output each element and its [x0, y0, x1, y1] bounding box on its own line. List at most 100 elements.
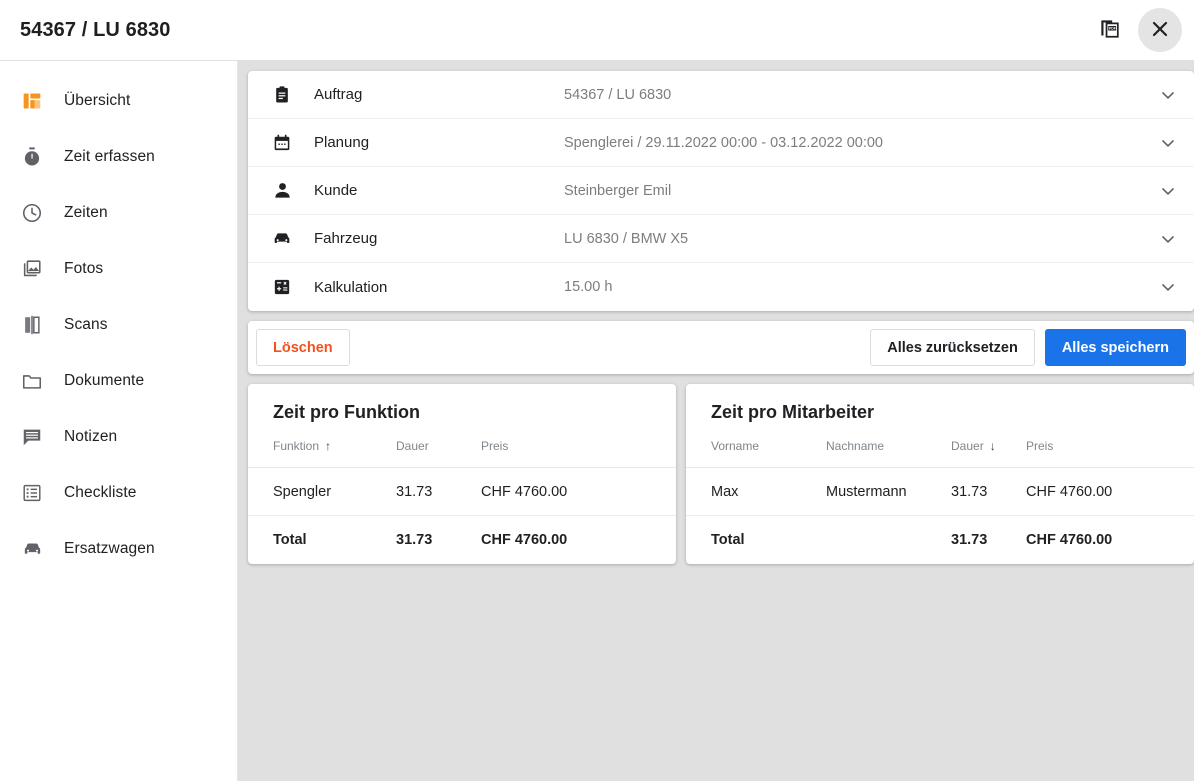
sort-asc-icon: ↑ — [325, 439, 332, 453]
chevron-down-icon[interactable] — [1156, 179, 1180, 203]
column-label: Nachname — [826, 439, 885, 453]
car-icon — [270, 227, 294, 251]
sidebar-item-label: Checkliste — [64, 484, 137, 501]
accordion-row-label: Kunde — [314, 182, 358, 199]
table-body: Spengler 31.73 CHF 4760.00 Total 31.73 C… — [248, 467, 676, 564]
dashboard-icon — [18, 87, 46, 115]
cell-dauer: 31.73 — [396, 467, 481, 516]
accordion-row-value: Spenglerei / 29.11.2022 00:00 - 03.12.20… — [564, 134, 883, 151]
sidebar-item-fotos[interactable]: Fotos — [0, 241, 237, 297]
calendar-icon — [270, 131, 294, 155]
calculator-icon — [270, 275, 294, 299]
chevron-down-icon[interactable] — [1156, 275, 1180, 299]
table-total-row: Total 31.73 CHF 4760.00 — [248, 516, 676, 564]
order-summary-accordion: Auftrag 54367 / LU 6830 Planung Spengler… — [248, 71, 1194, 311]
accordion-row-label: Planung — [314, 134, 370, 151]
cell-total-dauer: 31.73 — [396, 531, 433, 548]
close-button[interactable] — [1138, 8, 1182, 52]
chevron-down-icon[interactable] — [1156, 83, 1180, 107]
accordion-row-kalkulation[interactable]: Kalkulation 15.00 h — [248, 263, 1194, 311]
column-header-dauer[interactable]: Dauer — [396, 439, 481, 468]
main-content: Auftrag 54367 / LU 6830 Planung Spengler… — [238, 61, 1194, 781]
accordion-row-fahrzeug[interactable]: Fahrzeug LU 6830 / BMW X5 — [248, 215, 1194, 263]
stopwatch-icon — [18, 143, 46, 171]
order-detail-screen: 54367 / LU 6830 PDF Übersicht Zeit erfas… — [0, 0, 1194, 781]
column-header-preis[interactable]: Preis — [1026, 439, 1194, 468]
accordion-row-value: Steinberger Emil — [564, 182, 672, 199]
sidebar-item-notizen[interactable]: Notizen — [0, 409, 237, 465]
sidebar-item-label: Zeiten — [64, 204, 108, 221]
car-icon — [18, 535, 46, 563]
accordion-row-planung[interactable]: Planung Spenglerei / 29.11.2022 00:00 - … — [248, 119, 1194, 167]
column-header-preis[interactable]: Preis — [481, 439, 676, 468]
table-body: Max Mustermann 31.73 CHF 4760.00 Total 3… — [686, 467, 1194, 564]
column-header-vorname[interactable]: Vorname — [686, 439, 826, 468]
folder-icon — [18, 367, 46, 395]
time-per-employee-card: Zeit pro Mitarbeiter Vorname Nachname Da… — [686, 384, 1194, 564]
cell-total-nachname — [826, 516, 951, 564]
cell-total-label: Total — [711, 531, 745, 548]
clipboard-icon — [270, 83, 294, 107]
table-row[interactable]: Spengler 31.73 CHF 4760.00 — [248, 467, 676, 516]
action-bar-right: Alles zurücksetzen Alles speichern — [870, 329, 1186, 366]
cell-total-label: Total — [273, 531, 307, 548]
chevron-down-icon[interactable] — [1156, 131, 1180, 155]
cell-total-preis: CHF 4760.00 — [1026, 531, 1113, 548]
sidebar-item-dokumente[interactable]: Dokumente — [0, 353, 237, 409]
accordion-row-label: Kalkulation — [314, 278, 388, 296]
action-bar: Löschen Alles zurücksetzen Alles speiche… — [248, 321, 1194, 374]
accordion-row-value: LU 6830 / BMW X5 — [564, 230, 689, 247]
summary-tables: Zeit pro Funktion Funktion ↑ Dauer Preis… — [248, 384, 1194, 564]
cell-funktion: Spengler — [248, 467, 396, 516]
cell-preis: CHF 4760.00 — [1026, 467, 1194, 516]
column-header-dauer[interactable]: Dauer ↓ — [951, 439, 1026, 468]
svg-text:PDF: PDF — [1109, 26, 1116, 30]
person-icon — [270, 179, 294, 203]
reset-all-button[interactable]: Alles zurücksetzen — [870, 329, 1035, 366]
sidebar-item-scans[interactable]: Scans — [0, 297, 237, 353]
accordion-row-kunde[interactable]: Kunde Steinberger Emil — [248, 167, 1194, 215]
content-inner: Auftrag 54367 / LU 6830 Planung Spengler… — [248, 71, 1194, 564]
body: Übersicht Zeit erfassen Zeiten Fotos Sca… — [0, 61, 1194, 781]
table-header-row: Funktion ↑ Dauer Preis — [248, 439, 676, 468]
table-title: Zeit pro Funktion — [273, 402, 420, 422]
window-header: 54367 / LU 6830 PDF — [0, 0, 1194, 61]
scans-icon — [18, 311, 46, 339]
column-label: Dauer — [951, 439, 984, 453]
chevron-down-icon[interactable] — [1156, 227, 1180, 251]
sidebar-item-label: Zeit erfassen — [64, 148, 155, 165]
column-header-nachname[interactable]: Nachname — [826, 439, 951, 468]
sidebar-item-zeit-erfassen[interactable]: Zeit erfassen — [0, 129, 237, 185]
sidebar-item-label: Fotos — [64, 260, 104, 277]
cell-total-dauer: 31.73 — [951, 531, 988, 548]
header-actions: PDF — [1088, 8, 1182, 52]
column-header-funktion[interactable]: Funktion ↑ — [248, 439, 396, 468]
table-title: Zeit pro Mitarbeiter — [711, 402, 875, 422]
page-title: 54367 / LU 6830 — [20, 18, 171, 41]
accordion-row-label: Auftrag — [314, 86, 363, 103]
column-label: Dauer — [396, 439, 429, 453]
sidebar-item-checkliste[interactable]: Checkliste — [0, 465, 237, 521]
save-all-button[interactable]: Alles speichern — [1044, 329, 1186, 366]
accordion-row-auftrag[interactable]: Auftrag 54367 / LU 6830 — [248, 71, 1194, 119]
table-header-row: Vorname Nachname Dauer ↓ Preis — [686, 439, 1194, 468]
time-per-function-card: Zeit pro Funktion Funktion ↑ Dauer Preis… — [248, 384, 676, 564]
column-label: Funktion — [273, 439, 320, 453]
cell-nachname: Mustermann — [826, 467, 951, 516]
sidebar-item-uebersicht[interactable]: Übersicht — [0, 73, 237, 129]
cell-dauer: 31.73 — [951, 467, 1026, 516]
time-per-employee-table: Vorname Nachname Dauer ↓ Preis Max Muste… — [686, 439, 1194, 564]
pdf-button[interactable]: PDF — [1088, 8, 1132, 52]
notes-icon — [18, 423, 46, 451]
accordion-row-value: 15.00 h — [564, 279, 613, 295]
sidebar-item-label: Ersatzwagen — [64, 540, 155, 557]
table-row[interactable]: Max Mustermann 31.73 CHF 4760.00 — [686, 467, 1194, 516]
cell-vorname: Max — [686, 467, 826, 516]
sidebar-item-ersatzwagen[interactable]: Ersatzwagen — [0, 521, 237, 577]
delete-button[interactable]: Löschen — [256, 329, 350, 366]
sidebar-item-zeiten[interactable]: Zeiten — [0, 185, 237, 241]
column-label: Preis — [481, 439, 509, 453]
table-head: Funktion ↑ Dauer Preis — [248, 439, 676, 468]
checklist-icon — [18, 479, 46, 507]
column-label: Preis — [1026, 439, 1054, 453]
